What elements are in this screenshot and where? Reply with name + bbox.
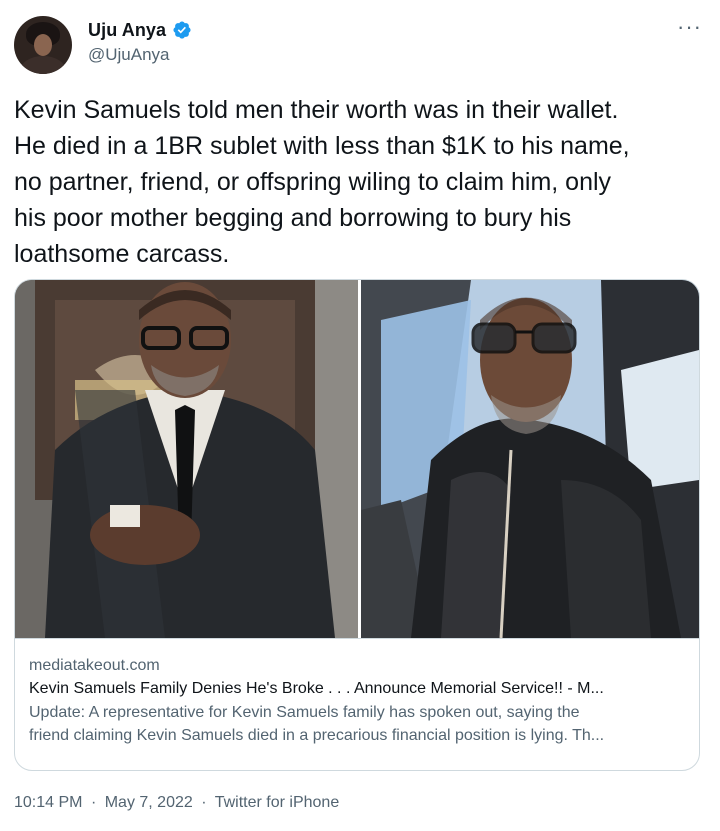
verified-badge-icon bbox=[173, 21, 191, 39]
tweet: Uju Anya @UjuAnya ··· Kevin Samuels told… bbox=[0, 0, 720, 831]
link-card-images[interactable] bbox=[15, 280, 699, 639]
tweet-time[interactable]: 10:14 PM bbox=[14, 794, 82, 811]
display-name[interactable]: Uju Anya bbox=[88, 20, 166, 41]
card-photo-suit bbox=[15, 280, 358, 638]
tweet-date[interactable]: May 7, 2022 bbox=[105, 794, 193, 811]
avatar-face bbox=[34, 34, 52, 56]
suit-photo-illustration bbox=[15, 280, 358, 638]
tweet-timestamp: 10:14 PM · May 7, 2022 · Twitter for iPh… bbox=[14, 794, 343, 812]
author-block: Uju Anya @UjuAnya bbox=[88, 18, 192, 65]
display-name-row: Uju Anya bbox=[88, 18, 192, 42]
link-card-meta[interactable]: mediatakeout.com Kevin Samuels Family De… bbox=[15, 639, 699, 747]
link-description-line-2: friend claiming Kevin Samuels died in a … bbox=[29, 727, 605, 744]
link-domain: mediatakeout.com bbox=[29, 657, 160, 674]
tweet-text: Kevin Samuels told men their worth was i… bbox=[14, 96, 630, 268]
avatar-body bbox=[20, 56, 66, 74]
car-photo-illustration bbox=[361, 280, 699, 638]
avatar[interactable] bbox=[14, 16, 72, 74]
link-card[interactable]: mediatakeout.com Kevin Samuels Family De… bbox=[14, 279, 700, 771]
handle[interactable]: @UjuAnya bbox=[88, 45, 192, 65]
card-photo-car bbox=[361, 280, 699, 638]
timestamp-separator: · bbox=[201, 794, 207, 811]
more-options-icon[interactable]: ··· bbox=[677, 16, 702, 38]
link-description-line-1: Update: A representative for Kevin Samue… bbox=[29, 704, 580, 721]
tweet-source[interactable]: Twitter for iPhone bbox=[215, 794, 340, 811]
link-title[interactable]: Kevin Samuels Family Denies He's Broke .… bbox=[29, 677, 685, 701]
timestamp-separator: · bbox=[90, 794, 97, 811]
